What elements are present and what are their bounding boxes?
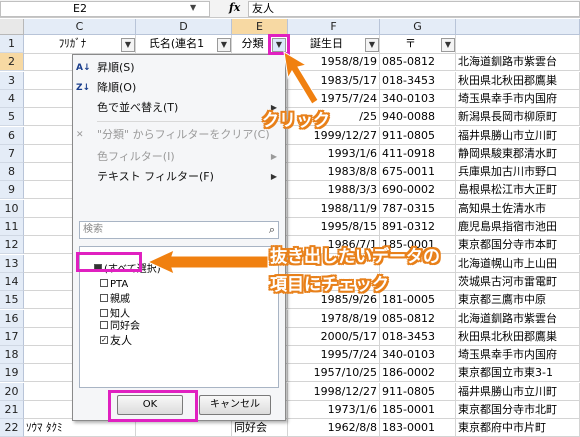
check-callout-line1: 抜き出したいデータの — [270, 247, 440, 267]
click-callout: クリック — [262, 111, 330, 131]
check-callout-line2: 項目にチェック — [270, 275, 389, 295]
arrow-to-friend-item — [146, 249, 269, 275]
arrow-to-filter-button — [283, 51, 319, 105]
annotation-arrows — [146, 51, 319, 275]
